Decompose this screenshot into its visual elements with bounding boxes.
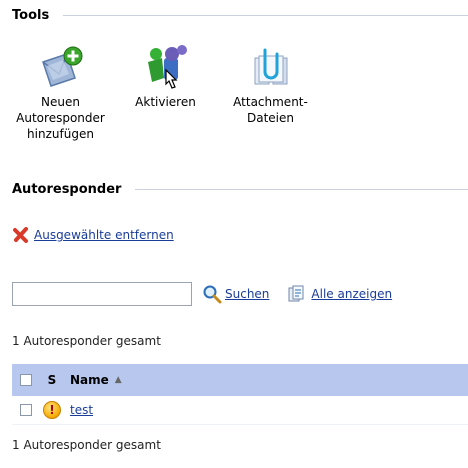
activate-button[interactable]: Aktivieren: [113, 44, 218, 142]
remove-selected-link[interactable]: Ausgewählte entfernen: [34, 228, 174, 242]
attachment-files-label: Attachment- Dateien: [233, 95, 308, 125]
total-count-top: 1 Autoresponder gesamt: [12, 334, 161, 348]
autoresponder-name-link[interactable]: test: [70, 403, 93, 417]
envelope-add-icon: [41, 46, 82, 87]
magnifier-icon[interactable]: [202, 284, 222, 304]
tools-toolbar: Neuen Autoresponder hinzufügen Aktiviere…: [8, 44, 323, 142]
row-status-cell: !: [40, 401, 64, 419]
column-header-name-label: Name: [70, 373, 109, 387]
total-count-bottom: 1 Autoresponder gesamt: [12, 438, 161, 452]
table-header: S Name ▲: [12, 364, 468, 396]
activate-users-icon: [147, 45, 187, 89]
attachment-files-button[interactable]: Attachment- Dateien: [218, 44, 323, 142]
row-name-cell: test: [64, 403, 468, 417]
add-autoresponder-button[interactable]: Neuen Autoresponder hinzufügen: [8, 44, 113, 142]
column-header-status[interactable]: S: [40, 373, 64, 387]
attachment-files-icon: [254, 48, 287, 85]
delete-x-icon: [13, 227, 28, 243]
search-input[interactable]: [12, 282, 192, 306]
select-all-checkbox[interactable]: [20, 374, 32, 386]
tools-title: Tools: [12, 8, 50, 23]
remove-selected-action[interactable]: Ausgewählte entfernen: [12, 226, 174, 244]
autoresponder-title: Autoresponder: [12, 182, 122, 197]
autoresponder-section-title: Autoresponder: [12, 182, 468, 197]
tools-section-title: Tools: [12, 8, 468, 23]
autoresponder-divider: [135, 189, 468, 190]
header-checkbox-cell: [12, 374, 40, 386]
table-row: ! test: [12, 396, 468, 425]
row-checkbox[interactable]: [20, 404, 32, 416]
warning-icon: !: [43, 401, 61, 419]
tools-divider: [63, 15, 468, 16]
show-all-link[interactable]: Alle anzeigen: [311, 287, 392, 301]
row-checkbox-cell: [12, 404, 40, 416]
search-link[interactable]: Suchen: [225, 287, 269, 301]
sort-ascending-icon: ▲: [114, 375, 122, 385]
activate-label: Aktivieren: [135, 95, 196, 109]
warning-icon-glyph: !: [49, 403, 55, 417]
add-autoresponder-label: Neuen Autoresponder hinzufügen: [16, 95, 105, 141]
show-all-icon[interactable]: [287, 284, 307, 304]
column-header-name[interactable]: Name ▲: [64, 373, 468, 387]
search-bar: Suchen Alle anzeigen: [12, 282, 392, 306]
autoresponder-table: S Name ▲ ! test: [12, 364, 468, 425]
